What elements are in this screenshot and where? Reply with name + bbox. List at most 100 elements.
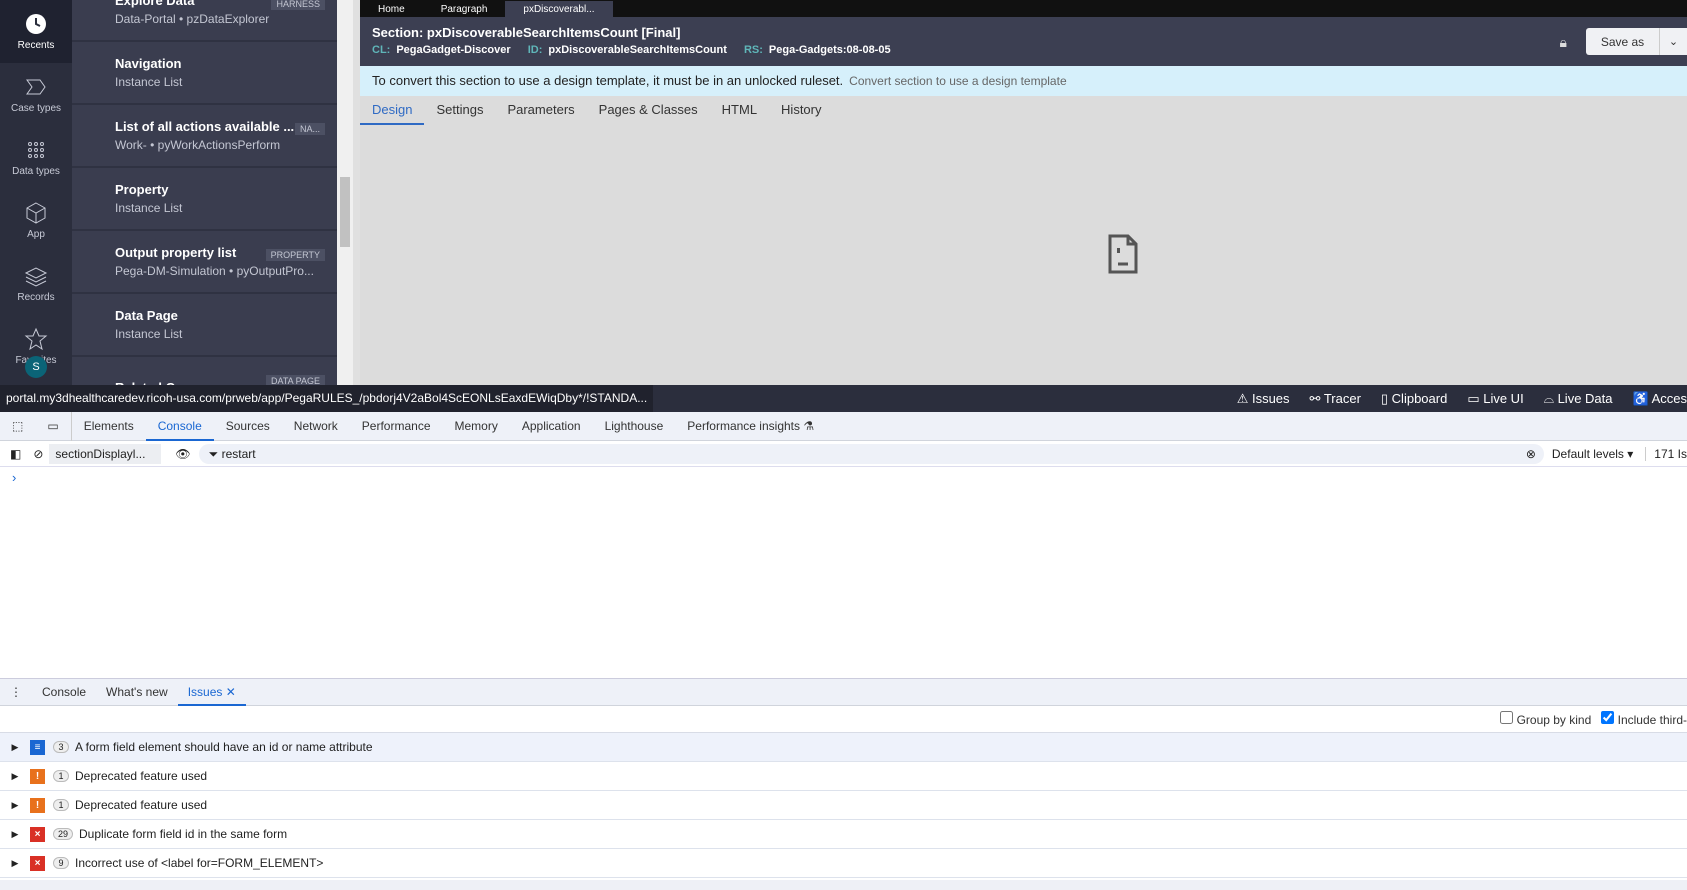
- error-icon: ×: [30, 826, 45, 842]
- inspect-icon[interactable]: ⬚: [0, 412, 35, 441]
- expand-arrow-icon[interactable]: ▶: [0, 829, 30, 840]
- devtools-tab-lighthouse[interactable]: Lighthouse: [593, 412, 676, 441]
- list-item[interactable]: Navigation Instance List: [72, 42, 337, 105]
- error-icon: ×: [30, 855, 45, 871]
- issue-row[interactable]: ▶ × 9 Incorrect use of <label for=FORM_ELEM…: [0, 849, 1687, 878]
- filter-icon: ⏷: [208, 446, 222, 461]
- close-icon[interactable]: ✕: [226, 685, 236, 699]
- splitter[interactable]: [353, 0, 360, 385]
- item-subtitle: Work- • pyWorkActionsPerform: [115, 138, 281, 152]
- dev-tool-button[interactable]: ⚯ Tracer: [1310, 385, 1361, 412]
- portal-tab[interactable]: Paragraph: [423, 1, 506, 18]
- rail-item-app[interactable]: App: [0, 189, 72, 252]
- log-levels-dropdown[interactable]: Default levels ▾: [1552, 447, 1633, 461]
- devtools-tab-console[interactable]: Console: [145, 412, 214, 441]
- url-tooltip: portal.my3dhealthcaredev.ricoh-usa.com/p…: [0, 385, 654, 412]
- sidebar-toggle-icon[interactable]: ◧: [10, 447, 21, 461]
- convert-link[interactable]: Convert section to use a design template: [849, 74, 1066, 88]
- expand-arrow-icon[interactable]: ▶: [0, 858, 30, 869]
- info-icon: ≡: [30, 739, 45, 755]
- devtools-tab-performance-insights-[interactable]: Performance insights ⚗: [675, 412, 826, 441]
- save-as-button[interactable]: Save as: [1586, 28, 1659, 55]
- group-by-kind-checkbox[interactable]: Group by kind: [1500, 711, 1591, 727]
- rule-tab-pages-classes[interactable]: Pages & Classes: [587, 96, 710, 125]
- rail-label: App: [27, 229, 45, 240]
- devtools-tab-memory[interactable]: Memory: [443, 412, 510, 441]
- warning-icon: !: [30, 797, 45, 813]
- clear-console-icon[interactable]: ⊘: [33, 447, 43, 461]
- avatar[interactable]: S: [25, 356, 47, 378]
- issue-count: 1: [53, 770, 69, 782]
- drawer-tab-issues[interactable]: Issues ✕: [177, 678, 246, 706]
- grid-dots-icon: [28, 142, 44, 158]
- id-value: pxDiscoverableSearchItemsCount: [548, 44, 727, 56]
- context-selector[interactable]: sectionDisplayl...: [49, 443, 162, 464]
- include-third-party-checkbox[interactable]: Include third-: [1601, 711, 1687, 727]
- issue-text: Deprecated feature used: [75, 769, 208, 783]
- cl-value[interactable]: PegaGadget-Discover: [396, 44, 510, 56]
- lock-icon[interactable]: 🔒︎: [1560, 34, 1567, 51]
- dev-tool-button[interactable]: ♿ Acces: [1633, 385, 1687, 412]
- console-prompt[interactable]: ›: [12, 470, 16, 485]
- rail-item-case-types[interactable]: Case types: [0, 63, 72, 126]
- device-toggle-icon[interactable]: ▭: [35, 411, 72, 441]
- filter-value: restart: [221, 446, 256, 461]
- rule-tab-history[interactable]: History: [769, 96, 833, 125]
- issue-text: Incorrect use of <label for=FORM_ELEMENT…: [75, 856, 324, 870]
- devtools-tab-sources[interactable]: Sources: [214, 412, 282, 441]
- portal-tab[interactable]: Home: [360, 1, 423, 18]
- broken-page-icon: [1108, 234, 1138, 274]
- rail-item-records[interactable]: Records: [0, 252, 72, 315]
- rule-tab-parameters[interactable]: Parameters: [495, 96, 586, 125]
- rail-label: Recents: [17, 40, 55, 51]
- scrollbar-thumb[interactable]: [340, 177, 350, 247]
- live-expression-icon[interactable]: 👁︎: [175, 447, 190, 461]
- devtools-tab-performance[interactable]: Performance: [350, 412, 443, 441]
- filter-input[interactable]: ⏷ restart ⊗: [198, 443, 1544, 464]
- drawer-menu-icon[interactable]: ⋮: [0, 678, 32, 706]
- issue-row[interactable]: ▶! 1 Deprecated feature used: [0, 791, 1687, 820]
- rule-tab-design[interactable]: Design: [360, 96, 425, 125]
- issue-row[interactable]: ▶! 1 Deprecated feature used: [0, 762, 1687, 791]
- item-badge: HARNESS: [271, 0, 325, 10]
- list-item[interactable]: Property Instance List: [72, 168, 337, 231]
- issue-count: 3: [53, 741, 69, 753]
- item-subtitle: Pega-DM-Simulation • pyOutputPro...: [115, 264, 314, 278]
- rule-header: Section: pxDiscoverableSearchItemsCount …: [360, 17, 1687, 66]
- list-item[interactable]: Output property list Pega-DM-Simulation •…: [72, 231, 337, 294]
- rail-item-recents[interactable]: Recents: [0, 0, 72, 63]
- issue-row[interactable]: ▶ ≡ 3 A form field element should have an i…: [0, 733, 1687, 762]
- case-icon: [26, 79, 46, 95]
- list-item[interactable]: Data Page Instance List: [72, 294, 337, 357]
- portal-tab[interactable]: pxDiscoverabl...: [505, 1, 613, 18]
- list-item[interactable]: List of all actions available ... Work- •…: [72, 105, 337, 168]
- drawer-tab-console[interactable]: Console: [32, 678, 96, 706]
- rule-tab-html[interactable]: HTML: [710, 96, 769, 125]
- list-item[interactable]: Explore Data Data-Portal • pzDataExplorer…: [72, 0, 337, 42]
- devtools-tab-application[interactable]: Application: [510, 412, 593, 441]
- item-title: List of all actions available ...: [115, 119, 295, 134]
- devtools-tabs: ⬚ ▭ Elements Console Sources Network Perform…: [0, 411, 1687, 441]
- dev-tool-button[interactable]: ▯ Clipboard: [1381, 385, 1447, 412]
- clear-filter-icon[interactable]: ⊗: [1526, 444, 1536, 464]
- dev-tool-button[interactable]: ▭ Live UI: [1467, 385, 1523, 412]
- dev-tool-button[interactable]: ⌓ Live Data: [1544, 385, 1613, 412]
- devtools-tab-network[interactable]: Network: [282, 412, 350, 441]
- drawer-tab-whats-new[interactable]: What's new: [96, 678, 178, 706]
- dev-tool-button[interactable]: ⚠ Issues: [1237, 385, 1290, 412]
- item-badge: PROPERTY: [265, 249, 325, 261]
- save-as-menu-chevron-icon[interactable]: ⌄: [1659, 28, 1687, 55]
- expand-arrow-icon[interactable]: ▶: [0, 771, 30, 782]
- list-item[interactable]: Related CasesDATA PAGE: [72, 357, 337, 385]
- issue-row[interactable]: ▶ × 29 Duplicate form field id in the same …: [0, 820, 1687, 849]
- rule-tab-settings[interactable]: Settings: [424, 96, 495, 125]
- id-label: ID:: [527, 44, 543, 56]
- os-taskbar: [0, 880, 1687, 890]
- expand-arrow-icon[interactable]: ▶: [0, 742, 30, 753]
- devtools-tab-elements[interactable]: Elements: [72, 412, 146, 441]
- item-badge: NA...: [294, 123, 325, 135]
- rule-tabs: Design Settings Parameters Pages & Classes H…: [360, 96, 1687, 125]
- issues-count[interactable]: 171 Is: [1645, 446, 1687, 461]
- expand-arrow-icon[interactable]: ▶: [0, 800, 30, 811]
- rail-item-data-types[interactable]: Data types: [0, 126, 72, 189]
